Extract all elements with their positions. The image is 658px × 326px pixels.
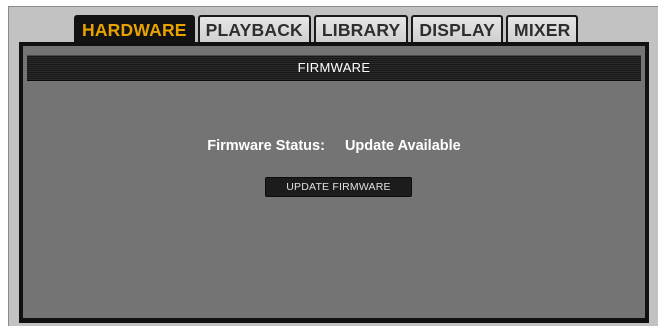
firmware-panel: FIRMWARE Firmware Status: Update Availab… [19, 42, 649, 323]
tab-display[interactable]: DISPLAY [411, 15, 504, 43]
firmware-panel-body: FIRMWARE Firmware Status: Update Availab… [27, 55, 641, 314]
update-firmware-button[interactable]: UPDATE FIRMWARE [265, 177, 412, 197]
tab-hardware[interactable]: HARDWARE [74, 15, 195, 43]
firmware-status-value: Update Available [344, 138, 461, 154]
tab-mixer[interactable]: MIXER [506, 15, 579, 43]
tab-playback[interactable]: PLAYBACK [197, 15, 311, 43]
firmware-status-row: Firmware Status: Update Available [27, 138, 641, 154]
tab-library[interactable]: LIBRARY [313, 15, 409, 43]
firmware-panel-title: FIRMWARE [27, 56, 641, 81]
settings-tab-bar: HARDWARE PLAYBACK LIBRARY DISPLAY MIXER [74, 15, 579, 43]
firmware-status-label: Firmware Status: [207, 138, 325, 154]
